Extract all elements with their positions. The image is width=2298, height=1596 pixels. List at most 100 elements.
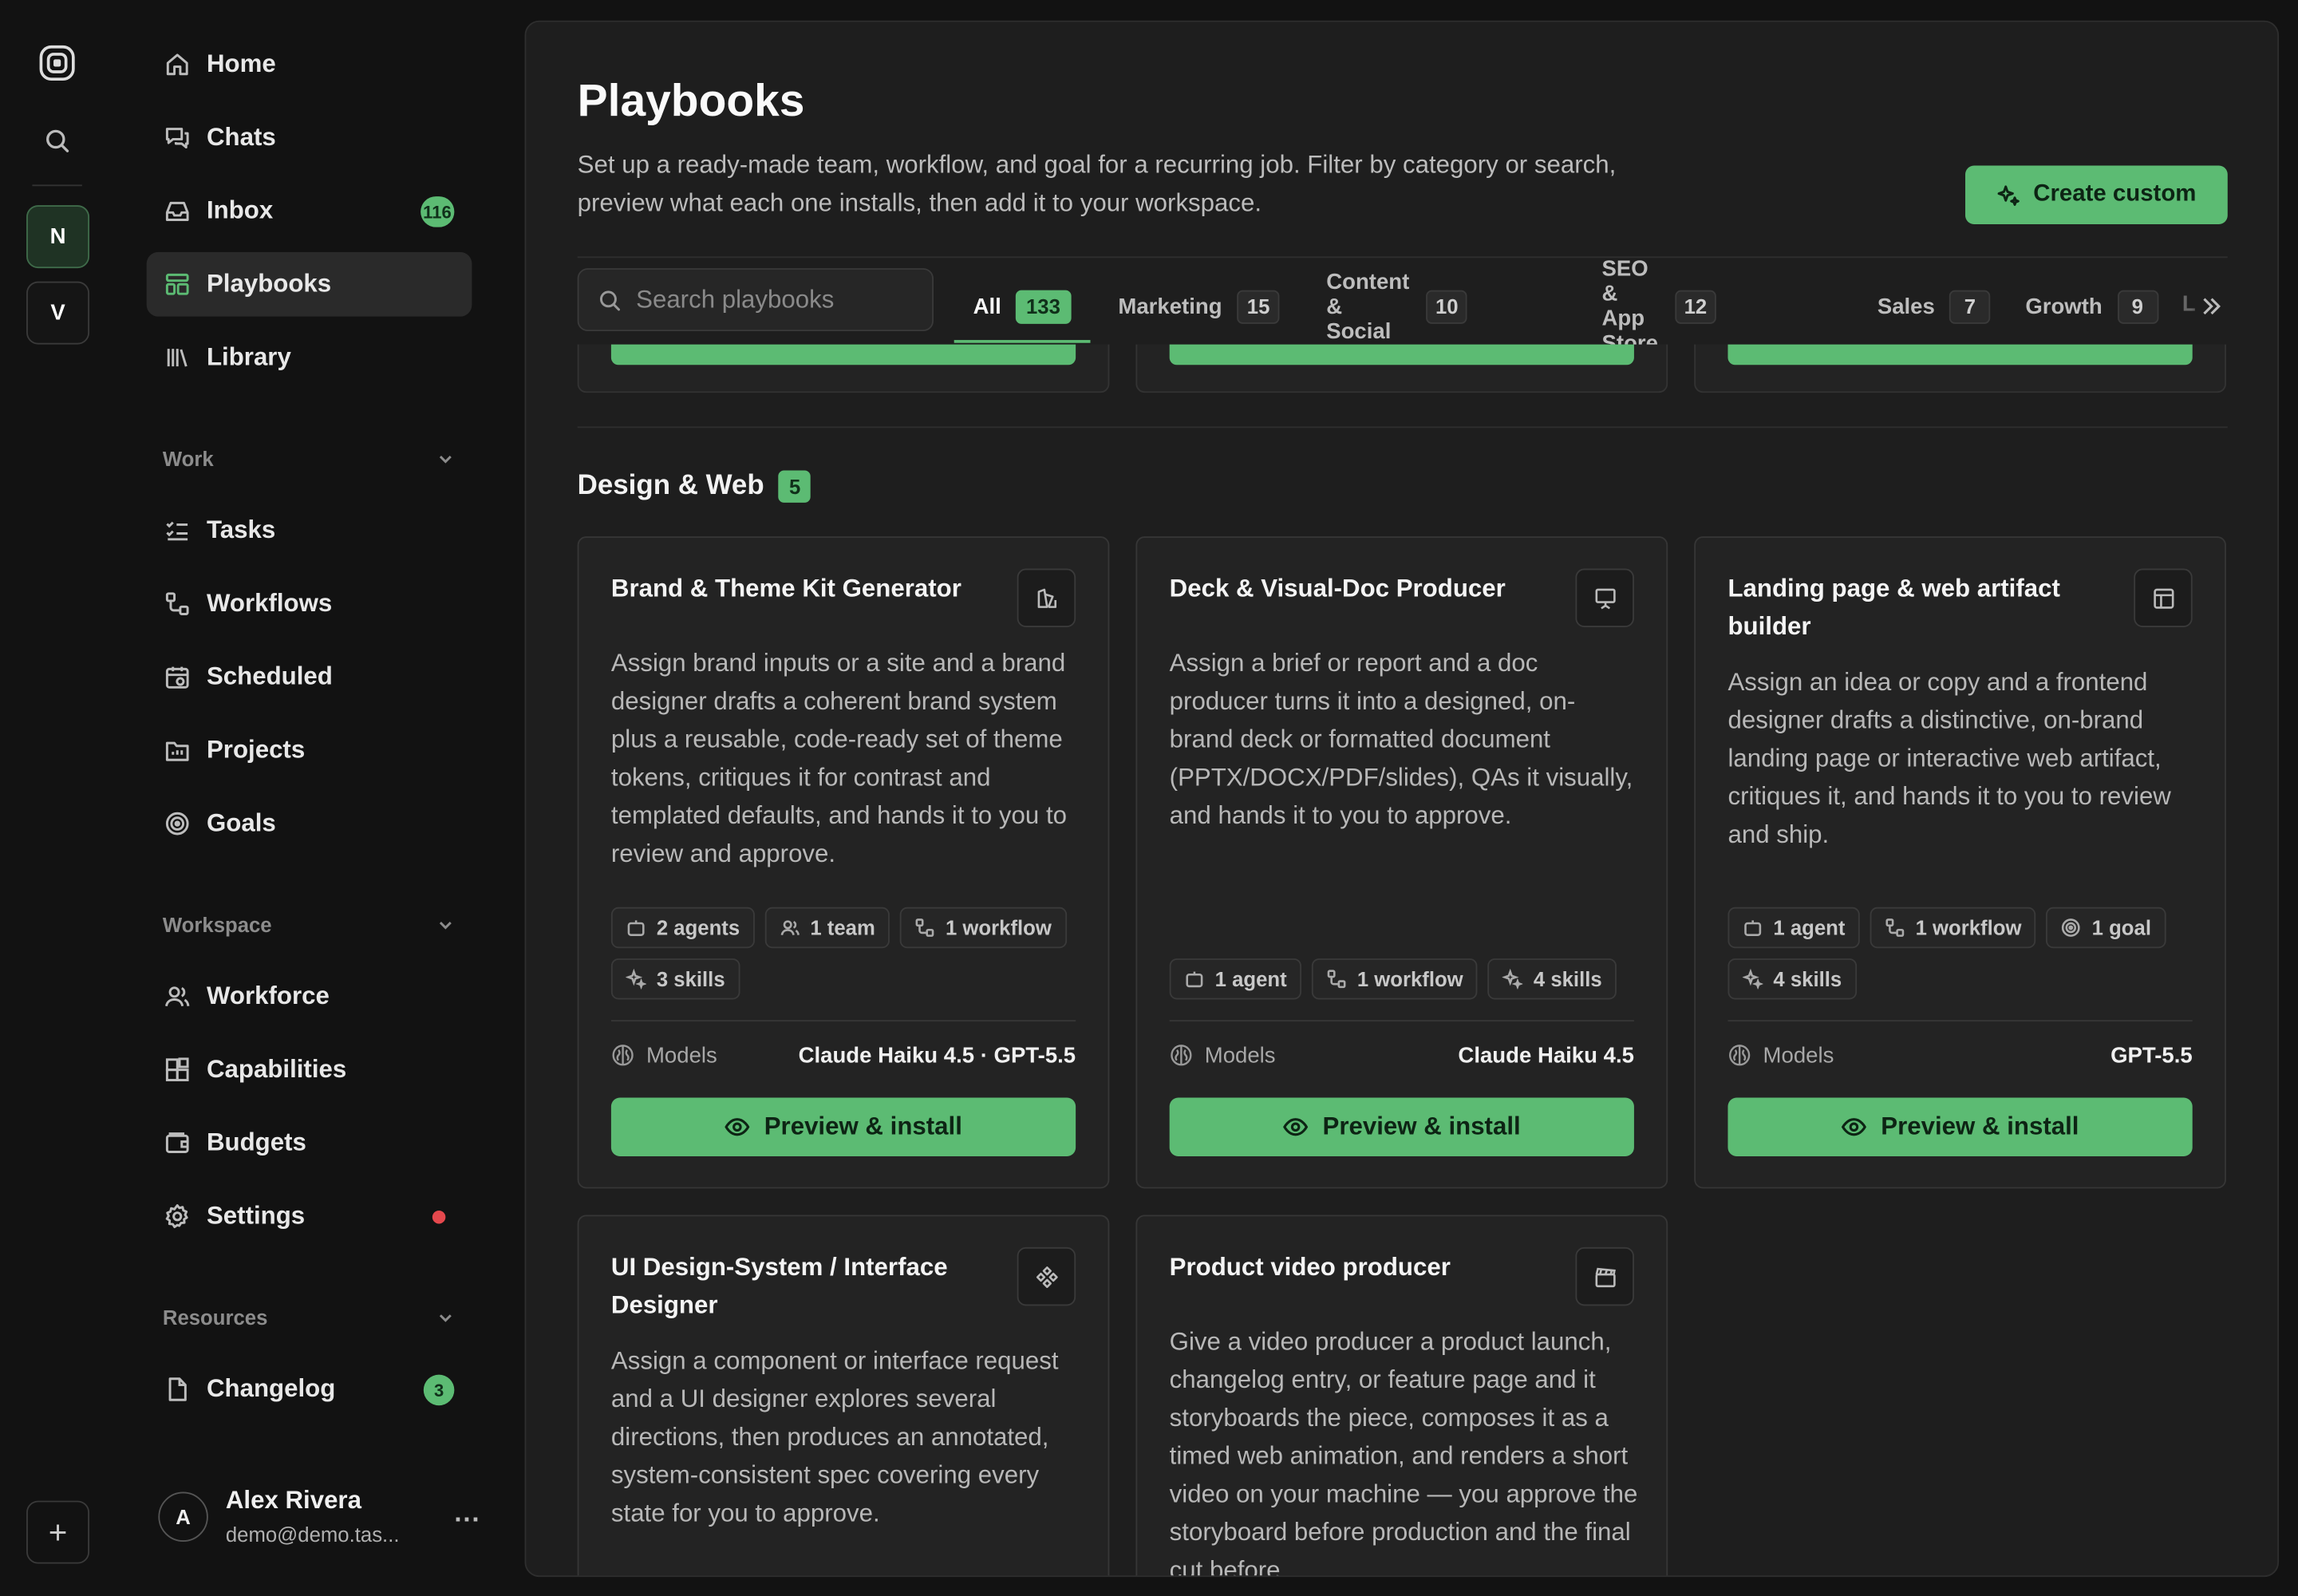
settings-alert-dot [432,1210,446,1224]
sidebar-item-label: Home [206,49,276,78]
chip-label: 1 goal [2091,915,2151,940]
sidebar-item-projects[interactable]: Projects [147,718,472,783]
card-description: Assign brand inputs or a site and a bran… [610,649,1068,868]
playbook-card-deck-visual-doc[interactable]: Deck & Visual-Doc Producer Assign a brie… [1135,536,1668,1189]
sidebar-item-workflows[interactable]: Workflows [147,571,472,636]
section-name: Design & Web [577,470,764,502]
sidebar-item-label: Playbooks [206,269,332,298]
avatar: A [158,1491,208,1542]
sidebar-item-home[interactable]: Home [147,32,472,97]
workspace-button-v[interactable]: V [26,281,90,345]
chip-workflow: 1 workflow [1870,907,2036,949]
header-divider [577,256,2228,259]
sidebar-item-changelog[interactable]: Changelog 3 [147,1357,472,1422]
tab-growth[interactable]: Growth 9 [2006,268,2177,344]
chip-agents: 1 agent [1169,958,1302,1000]
workforce-icon [165,986,190,1007]
preview-install-button[interactable]: Preview & install [1727,1097,2193,1156]
card-title: Brand & Theme Kit Generator [610,574,961,602]
sidebar-item-settings[interactable]: Settings [147,1184,472,1249]
agent-icon [627,920,645,936]
page-title: Playbooks [577,74,805,126]
chip-label: 1 agent [1214,967,1287,991]
tab-marketing[interactable]: Marketing 15 [1100,268,1300,344]
preview-install-label: Preview & install [1322,1112,1521,1140]
search-input[interactable] [636,285,915,314]
search-icon[interactable] [44,128,70,154]
tab-label: All [973,294,1001,319]
sidebar-item-chats[interactable]: Chats [147,105,472,170]
sidebar-item-label: Goals [206,808,276,837]
section-label: Resources [162,1306,268,1329]
preview-install-button[interactable] [1169,344,1634,365]
add-workspace-button[interactable]: + [26,1500,90,1564]
tab-content-social[interactable]: Content & Social 10 [1307,268,1487,344]
chip-label: 1 workflow [1915,915,2022,940]
sidebar-item-inbox[interactable]: Inbox 116 [147,179,472,243]
card-title: Landing page & web artifact builder [1727,574,2060,641]
workspace-button-n[interactable]: N [26,205,90,269]
workspace-section-header[interactable]: Workspace [163,907,456,942]
component-icon [1017,1246,1076,1306]
tab-count: 9 [2117,289,2158,323]
resources-section-header[interactable]: Resources [163,1300,456,1335]
card-description: Assign an idea or copy and a frontend de… [1727,668,2171,849]
chip-label: 4 skills [1773,967,1842,991]
chip-label: 1 workflow [945,915,1052,940]
app-logo-icon[interactable] [38,44,77,82]
sidebar-item-playbooks[interactable]: Playbooks [146,251,472,317]
tab-count: 133 [1016,289,1071,323]
chip-label: 1 team [810,915,875,940]
workspace-rail: N V + [0,0,114,1596]
sidebar-item-workforce[interactable]: Workforce [147,964,472,1029]
brain-icon [1171,1045,1192,1066]
playbook-card-landing-page[interactable]: Landing page & web artifact builder Assi… [1694,536,2226,1189]
workflows-icon [165,592,189,615]
eye-icon [1842,1118,1867,1136]
sidebar-item-capabilities[interactable]: Capabilities [147,1037,472,1102]
sidebar-item-label: Workflows [206,589,333,618]
chevron-down-icon [439,922,452,930]
user-menu-button[interactable]: ... [454,1498,480,1529]
card-description: Give a video producer a product launch, … [1169,1327,1638,1578]
sidebar-item-goals[interactable]: Goals [147,792,472,856]
playbooks-scroll-area[interactable]: Design & Web 5 Brand & Theme Kit Generat… [526,344,2277,1578]
sidebar-item-budgets[interactable]: Budgets [147,1111,472,1175]
card-description: Assign a component or interface request … [610,1346,1059,1527]
section-label: Workspace [162,913,272,937]
sidebar-item-library[interactable]: Library [147,326,472,390]
changelog-icon [168,1377,187,1401]
page-subtitle: Set up a ready-made team, workflow, and … [577,151,1617,217]
card-divider [1727,1020,2193,1022]
card-models-row: Models Claude Haiku 4.5 · GPT-5.5 [611,1039,1076,1071]
playbook-card-ui-design-system[interactable]: UI Design-System / Interface Designer As… [577,1215,1110,1576]
preview-install-button[interactable]: Preview & install [610,1097,1076,1156]
sidebar-item-label: Chats [206,123,276,152]
preview-install-button[interactable] [1727,344,2193,365]
work-section-header[interactable]: Work [163,441,456,476]
workflow-icon [915,918,934,937]
sidebar-item-label: Budgets [206,1128,306,1156]
tab-label: Content & Social [1326,268,1410,344]
preview-install-button[interactable] [610,344,1076,365]
user-profile[interactable]: A Alex Rivera demo@demo.tas... ... [158,1480,480,1562]
chip-label: 3 skills [656,967,725,991]
search-playbooks-field[interactable] [577,268,934,332]
agent-icon [1744,920,1762,936]
create-custom-button[interactable]: Create custom [1965,165,2228,224]
app-root: N V + Home Chats Inbox 116 Playbooks Lib… [0,0,2298,1596]
tab-seo-app-store[interactable]: SEO & App Store 12 [1583,256,1735,356]
preview-install-label: Preview & install [764,1112,962,1140]
playbook-card-brand-theme-kit[interactable]: Brand & Theme Kit Generator Assign brand… [577,536,1110,1189]
tab-all[interactable]: All 133 [954,268,1090,344]
models-value: GPT-5.5 [2110,1042,2193,1068]
card-models-row: Models GPT-5.5 [1727,1039,2193,1071]
create-custom-label: Create custom [2033,181,2197,207]
tab-sales[interactable]: Sales 7 [1858,268,2010,344]
sidebar-item-tasks[interactable]: Tasks [147,498,472,563]
inbox-icon [165,201,189,221]
sidebar-item-scheduled[interactable]: Scheduled [147,645,472,709]
playbook-card-product-video[interactable]: Product video producer Give a video prod… [1135,1215,1668,1578]
tabs-scroll-right-icon[interactable] [2190,286,2229,326]
preview-install-button[interactable]: Preview & install [1169,1097,1634,1156]
